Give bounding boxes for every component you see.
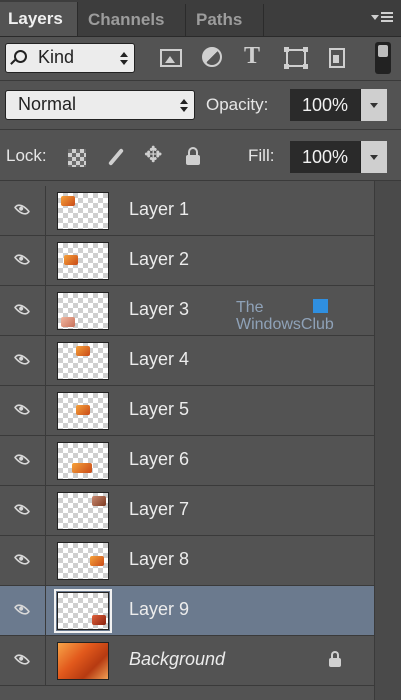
fill-dropdown-button[interactable] xyxy=(360,141,387,173)
visibility-toggle[interactable] xyxy=(0,486,46,535)
layer-row[interactable]: Layer 4 xyxy=(0,336,374,386)
layer-row[interactable]: Layer 5 xyxy=(0,386,374,436)
visibility-toggle[interactable] xyxy=(0,436,46,485)
eye-icon xyxy=(13,401,31,418)
layer-thumbnail xyxy=(57,292,109,330)
eye-icon xyxy=(13,501,31,518)
layer-filter-bar: Kind T xyxy=(0,36,401,80)
chevron-updown-icon xyxy=(120,52,128,66)
layer-row[interactable]: Layer 6 xyxy=(0,436,374,486)
layer-name: Layer 5 xyxy=(129,399,190,419)
visibility-toggle[interactable] xyxy=(0,636,46,685)
tab-channels[interactable]: Channels xyxy=(80,4,186,36)
adjustment-layer-filter-icon[interactable] xyxy=(202,47,222,67)
tab-paths-label: Paths xyxy=(196,10,243,29)
filter-kind-dropdown[interactable]: Kind xyxy=(5,43,135,73)
shape-layer-filter-icon[interactable] xyxy=(284,47,308,69)
eye-icon xyxy=(13,551,31,568)
opacity-input[interactable]: 100% xyxy=(290,89,360,121)
lock-transparent-pixels-icon[interactable] xyxy=(68,149,86,167)
filter-toggle-switch[interactable] xyxy=(375,42,391,74)
panel-tab-bar: Layers Channels Paths xyxy=(0,0,401,37)
fill-label: Fill: xyxy=(248,146,275,165)
visibility-toggle[interactable] xyxy=(0,386,46,435)
layer-name: Layer 3 xyxy=(129,299,190,319)
layer-name: Layer 8 xyxy=(129,549,190,569)
layer-thumbnail xyxy=(54,589,112,633)
lock-icon xyxy=(329,651,341,667)
layer-row[interactable]: Layer 2 xyxy=(0,236,374,286)
layer-thumbnail xyxy=(57,392,109,430)
layer-row-background[interactable]: Background xyxy=(0,636,374,686)
panel-menu-icon[interactable] xyxy=(371,10,393,26)
tab-layers[interactable]: Layers xyxy=(0,2,78,36)
lock-label: Lock: xyxy=(6,146,47,165)
layer-thumbnail xyxy=(57,642,109,680)
lock-image-pixels-icon[interactable] xyxy=(104,145,132,169)
visibility-toggle[interactable] xyxy=(0,586,46,635)
visibility-toggle[interactable] xyxy=(0,336,46,385)
eye-icon xyxy=(13,451,31,468)
layers-scrollbar[interactable] xyxy=(374,181,401,700)
visibility-toggle[interactable] xyxy=(0,236,46,285)
tab-channels-label: Channels xyxy=(88,10,165,29)
layer-row[interactable]: Layer 8 xyxy=(0,536,374,586)
blend-mode-label: Normal xyxy=(18,94,77,114)
opacity-dropdown-button[interactable] xyxy=(360,89,387,121)
watermark-logo-icon xyxy=(313,299,328,313)
layer-name: Layer 1 xyxy=(129,199,190,219)
visibility-toggle[interactable] xyxy=(0,286,46,335)
watermark-line2: WindowsClub xyxy=(236,316,334,333)
filter-kind-label: Kind xyxy=(38,47,75,67)
opacity-label: Opacity: xyxy=(206,95,269,114)
eye-icon xyxy=(13,251,31,268)
layer-row[interactable]: Layer 7 xyxy=(0,486,374,536)
layer-row[interactable]: Layer 1 xyxy=(0,186,374,236)
layer-thumbnail xyxy=(57,542,109,580)
visibility-toggle[interactable] xyxy=(0,536,46,585)
tab-paths[interactable]: Paths xyxy=(188,4,264,36)
divider xyxy=(0,129,401,130)
layer-name: Layer 7 xyxy=(129,499,190,519)
lock-all-icon[interactable] xyxy=(186,147,200,165)
layer-thumbnail xyxy=(57,492,109,530)
layer-name: Background xyxy=(129,649,226,669)
blend-mode-dropdown[interactable]: Normal xyxy=(5,90,195,120)
layers-list: Layer 1 Layer 2 Layer 3 Layer 4 Layer 5 … xyxy=(0,181,401,700)
smart-object-filter-icon[interactable] xyxy=(329,48,345,68)
layer-name: Layer 4 xyxy=(129,349,190,369)
pixel-layer-filter-icon[interactable] xyxy=(160,49,182,67)
tab-layers-label: Layers xyxy=(8,9,63,28)
visibility-toggle[interactable] xyxy=(0,186,46,235)
blend-row: Normal Opacity: 100% xyxy=(0,82,401,128)
chevron-updown-icon xyxy=(180,99,188,113)
eye-icon xyxy=(13,651,31,668)
eye-icon xyxy=(13,351,31,368)
lock-row: Lock: ✥ Fill: 100% xyxy=(0,131,401,179)
eye-icon xyxy=(13,601,31,618)
divider xyxy=(0,80,401,81)
search-icon xyxy=(14,50,27,63)
layer-thumbnail xyxy=(57,442,109,480)
type-layer-filter-icon[interactable]: T xyxy=(244,43,266,69)
layer-thumbnail xyxy=(57,192,109,230)
fill-input[interactable]: 100% xyxy=(290,141,360,173)
layer-name: Layer 2 xyxy=(129,249,190,269)
eye-icon xyxy=(13,301,31,318)
layer-thumbnail xyxy=(57,242,109,280)
layer-row-selected[interactable]: Layer 9 xyxy=(0,586,374,636)
layer-name: Layer 6 xyxy=(129,449,190,469)
layer-thumbnail xyxy=(57,342,109,380)
lock-position-icon[interactable]: ✥ xyxy=(144,142,164,167)
eye-icon xyxy=(13,201,31,218)
layer-name: Layer 9 xyxy=(129,599,190,619)
